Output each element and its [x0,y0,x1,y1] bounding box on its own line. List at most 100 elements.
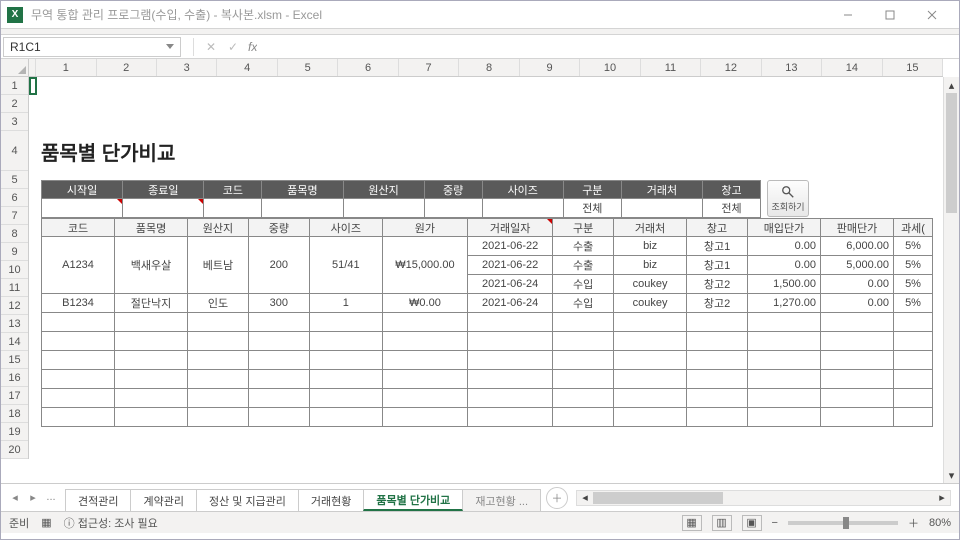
col-header[interactable]: 3 [157,59,217,76]
data-cell[interactable]: ₩15,000.00 [382,237,467,294]
data-cell[interactable] [188,332,249,351]
col-header[interactable]: 8 [459,59,519,76]
data-cell[interactable]: biz [614,256,687,275]
sheet-tab[interactable]: 거래현황 [298,489,364,511]
data-cell[interactable] [248,313,309,332]
row-header[interactable]: 5 [1,171,28,189]
data-cell[interactable] [382,370,467,389]
row-header[interactable]: 14 [1,333,28,351]
col-header[interactable]: 11 [641,59,701,76]
data-header[interactable]: 중량 [248,219,309,237]
col-header[interactable]: 2 [97,59,157,76]
row-header[interactable]: 12 [1,297,28,315]
row-header[interactable]: 13 [1,315,28,333]
name-box[interactable]: R1C1 [3,37,181,57]
data-cell[interactable] [553,332,614,351]
col-header[interactable]: 10 [580,59,640,76]
data-cell[interactable] [747,408,820,427]
data-cell[interactable] [468,332,553,351]
data-cell[interactable] [115,389,188,408]
data-cell[interactable] [553,408,614,427]
filter-cell[interactable] [204,199,262,218]
data-cell[interactable]: 수입 [553,275,614,294]
data-cell[interactable] [687,408,748,427]
data-cell[interactable] [894,313,933,332]
data-cell[interactable] [468,389,553,408]
data-cell[interactable]: 인도 [188,294,249,313]
data-cell[interactable]: 5% [894,275,933,294]
chevron-down-icon[interactable] [166,44,174,49]
data-cell[interactable] [468,351,553,370]
col-header[interactable]: 13 [762,59,822,76]
table-row[interactable] [42,408,933,427]
zoom-in-button[interactable]: ＋ [908,515,919,531]
data-cell[interactable]: 백새우살 [115,237,188,294]
data-cell[interactable]: 5,000.00 [821,256,894,275]
row-header[interactable]: 1 [1,77,28,95]
data-cell[interactable] [687,370,748,389]
data-cell[interactable]: 창고1 [687,237,748,256]
sheet-tab[interactable]: 품목별 단가비교 [363,489,463,511]
data-cell[interactable]: 수출 [553,237,614,256]
page-layout-button[interactable]: ▥ [712,515,732,531]
horizontal-scrollbar[interactable]: ◂ ▸ [576,490,951,506]
data-cell[interactable] [687,313,748,332]
data-cell[interactable] [894,351,933,370]
data-cell[interactable] [614,332,687,351]
data-cell[interactable]: 수출 [553,256,614,275]
data-cell[interactable] [747,332,820,351]
data-cell[interactable] [747,389,820,408]
data-cell[interactable]: 2021-06-24 [468,275,553,294]
table-row[interactable] [42,389,933,408]
data-header[interactable]: 판매단가 [821,219,894,237]
scroll-thumb[interactable] [946,93,957,213]
filter-cell[interactable] [123,199,204,218]
maximize-button[interactable] [869,1,911,29]
table-row[interactable]: B1234절단낙지인도3001₩0.002021-06-24수입coukey창고… [42,294,933,313]
data-cell[interactable] [309,408,382,427]
filter-cell[interactable] [482,199,563,218]
data-header[interactable]: 과세( [894,219,933,237]
data-cell[interactable]: 200 [248,237,309,294]
col-header[interactable]: 15 [883,59,943,76]
data-cell[interactable] [468,370,553,389]
col-header[interactable] [29,59,36,76]
data-cell[interactable]: 0.00 [747,237,820,256]
data-cell[interactable]: coukey [614,275,687,294]
filter-cell[interactable] [621,199,702,218]
data-cell[interactable] [188,389,249,408]
data-cell[interactable]: 51/41 [309,237,382,294]
row-header[interactable]: 7 [1,207,28,225]
data-cell[interactable]: 창고2 [687,294,748,313]
data-cell[interactable] [894,408,933,427]
data-cell[interactable] [553,370,614,389]
col-header[interactable]: 4 [217,59,277,76]
data-cell[interactable] [42,332,115,351]
row-header[interactable]: 2 [1,95,28,113]
filter-cell[interactable] [343,199,424,218]
data-cell[interactable] [894,370,933,389]
data-cell[interactable] [614,313,687,332]
cancel-formula-button[interactable]: ✕ [200,40,222,54]
data-header[interactable]: 거래일자 [468,219,553,237]
row-header[interactable]: 16 [1,369,28,387]
col-header[interactable]: 1 [36,59,96,76]
data-cell[interactable]: 베트남 [188,237,249,294]
data-cell[interactable] [687,332,748,351]
tab-nav[interactable]: ◂▸... [1,491,65,504]
data-cell[interactable] [747,370,820,389]
minimize-button[interactable] [827,1,869,29]
col-header[interactable]: 6 [338,59,398,76]
row-header[interactable]: 15 [1,351,28,369]
worksheet-grid[interactable]: 123456789101112131415 123456789101112131… [1,59,959,483]
fx-icon[interactable]: fx [248,40,257,54]
data-header[interactable]: 매입단가 [747,219,820,237]
active-cell[interactable] [29,77,37,95]
data-cell[interactable]: 수입 [553,294,614,313]
data-cell[interactable] [309,332,382,351]
data-cell[interactable] [614,408,687,427]
row-header[interactable]: 10 [1,261,28,279]
zoom-out-button[interactable]: − [772,517,778,529]
table-row[interactable] [42,332,933,351]
data-cell[interactable] [188,408,249,427]
